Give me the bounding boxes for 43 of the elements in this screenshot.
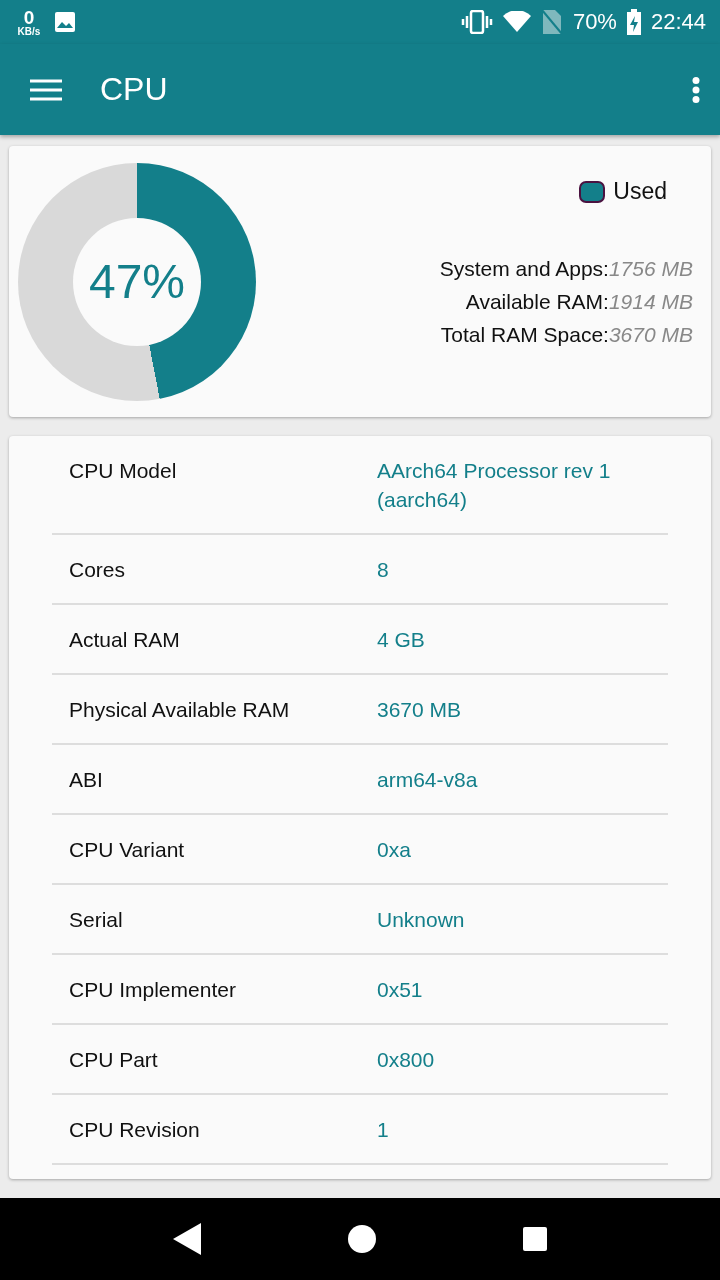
usage-percent: 47% — [88, 254, 186, 309]
spec-label: CPU Part — [69, 1047, 159, 1073]
stat-value: 1756 MB — [608, 256, 693, 282]
spec-value: 0x800 — [377, 1047, 436, 1073]
vibrate-icon — [460, 10, 493, 34]
spec-label: ABI — [69, 767, 104, 793]
more-options-icon[interactable] — [692, 76, 700, 103]
spec-label: CPU Variant — [69, 837, 186, 863]
spec-label: CPU Implementer — [69, 977, 237, 1003]
screen-title: CPU — [100, 71, 169, 108]
spec-value: 0xa — [377, 837, 412, 863]
spec-value: 4 GB — [377, 627, 426, 653]
spec-value: 3670 MB — [377, 697, 463, 723]
image-icon — [54, 11, 76, 33]
wifi-icon — [502, 11, 531, 33]
spec-value: 8 — [377, 557, 390, 583]
stat-label: Available RAM: — [465, 289, 609, 315]
spec-label: Actual RAM — [69, 627, 181, 653]
spec-value: arm64-v8a — [377, 767, 479, 793]
menu-icon[interactable] — [30, 78, 62, 101]
battery-charging-icon — [626, 9, 641, 35]
stat-value: 1914 MB — [608, 289, 693, 315]
no-sim-icon — [540, 9, 563, 35]
spec-value: AArch64 Processor rev 1 (aarch64) — [377, 458, 612, 513]
back-icon[interactable] — [173, 1223, 202, 1255]
spec-value: 0x51 — [377, 977, 424, 1003]
spec-value: Unknown — [377, 907, 466, 933]
spec-label: Cores — [69, 557, 127, 583]
home-icon[interactable] — [348, 1225, 376, 1253]
battery-percent: 70% — [572, 9, 617, 35]
spec-label: Physical Available RAM — [69, 697, 291, 723]
stat-label: Total RAM Space: — [440, 322, 609, 348]
spec-label: CPU Model — [69, 458, 178, 484]
legend-swatch — [579, 180, 606, 203]
recents-icon[interactable] — [522, 1227, 547, 1251]
stat-label: System and Apps: — [439, 256, 609, 282]
stat-value: 3670 MB — [608, 322, 693, 348]
network-speed-indicator: 0 KB/s — [16, 7, 42, 37]
clock: 22:44 — [650, 9, 706, 35]
spec-label: CPU Revision — [69, 1117, 201, 1143]
spec-value: 1 — [377, 1117, 390, 1143]
legend-label: Used — [613, 178, 667, 205]
spec-label: Serial — [69, 907, 124, 933]
